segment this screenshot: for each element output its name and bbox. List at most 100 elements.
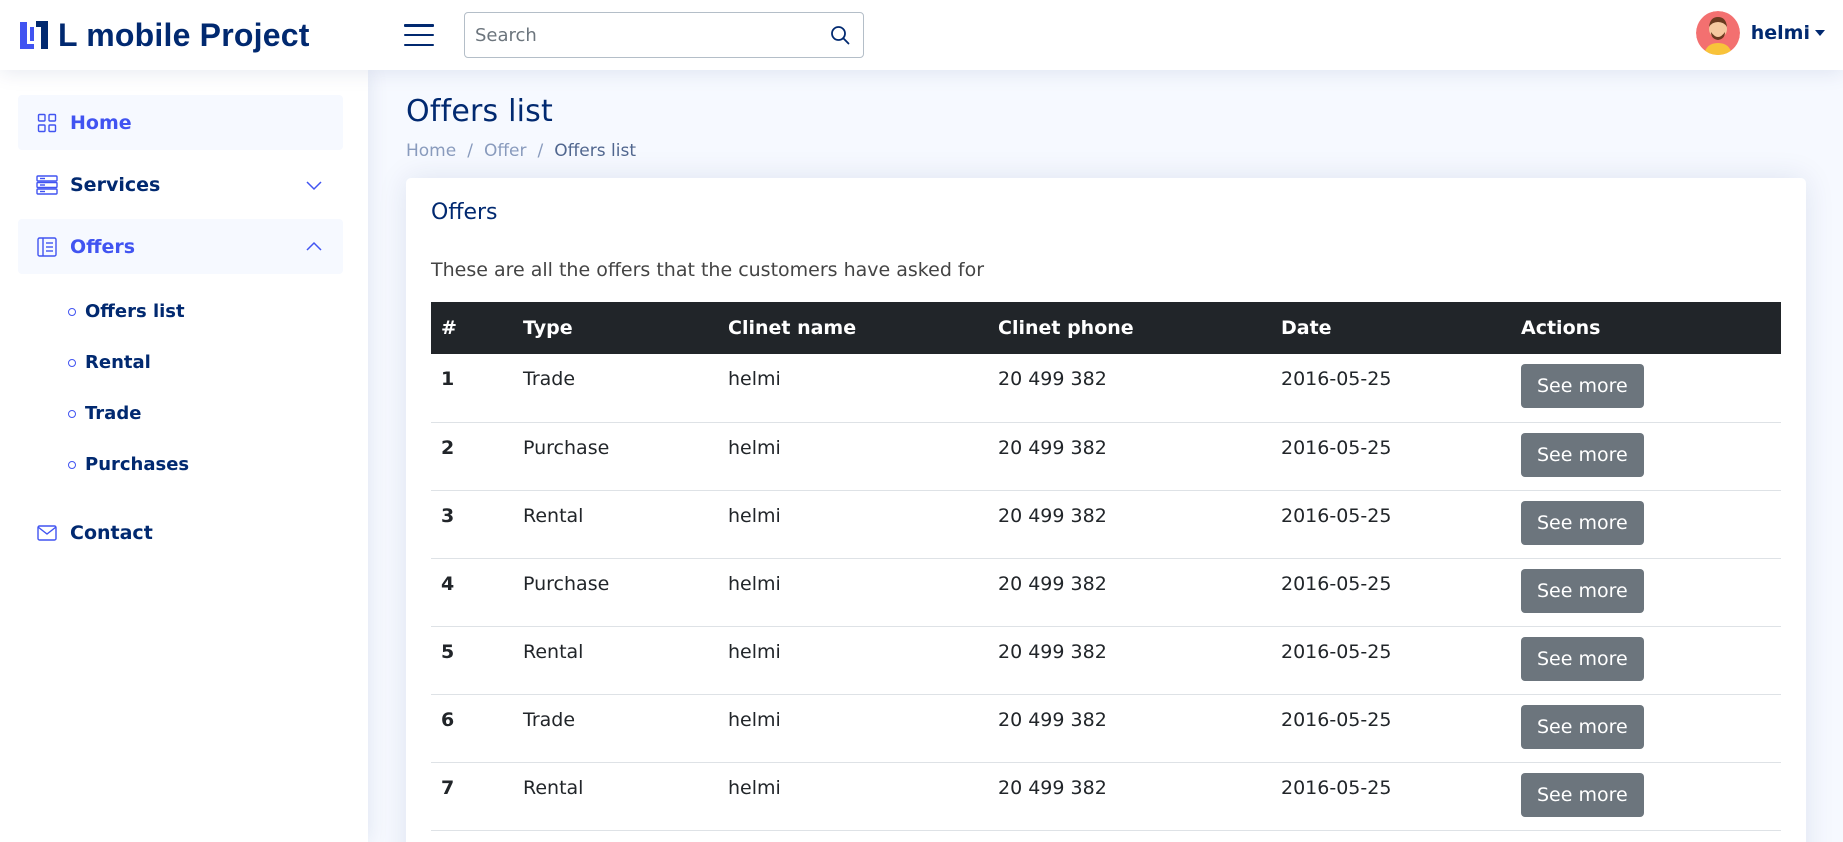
- circle-icon: [68, 460, 76, 469]
- circle-icon: [68, 358, 76, 367]
- cell-client-name: helmi: [728, 708, 781, 731]
- cell-client-name: helmi: [728, 572, 781, 595]
- cell-client-phone: 20 499 382: [998, 708, 1107, 731]
- breadcrumb-separator: /: [467, 141, 473, 161]
- cell-date: 2016-05-25: [1281, 368, 1392, 390]
- cell-client-name: helmi: [728, 436, 781, 459]
- submenu-item-offers-list[interactable]: Offers list: [18, 286, 343, 337]
- app-logo[interactable]: L mobile Project: [18, 17, 368, 54]
- table-row: 2 Purchase helmi 20 499 382 2016-05-25 S…: [431, 422, 1781, 490]
- cell-date: 2016-05-25: [1281, 640, 1392, 663]
- cell-client-phone: 20 499 382: [998, 776, 1107, 799]
- cell-date: 2016-05-25: [1281, 572, 1392, 595]
- column-header: Clinet phone: [998, 317, 1134, 339]
- offers-card: Offers These are all the offers that the…: [406, 178, 1806, 842]
- chevron-up-icon: [306, 241, 322, 251]
- sidebar-item-label: Services: [70, 173, 161, 196]
- breadcrumb-current: Offers list: [554, 141, 636, 161]
- cell-date: 2016-05-25: [1281, 504, 1392, 527]
- sidebar-item-label: Contact: [70, 521, 153, 544]
- table-header-row: # Type Clinet name Clinet phone Date Act…: [431, 302, 1781, 354]
- cell-actions: See more: [1511, 694, 1781, 762]
- column-header: Type: [523, 317, 573, 339]
- cell-type: Rental: [523, 776, 584, 799]
- table-row: 3 Rental helmi 20 499 382 2016-05-25 See…: [431, 490, 1781, 558]
- app-title: L mobile Project: [58, 16, 310, 53]
- page-title-block: Offers list Home / Offer / Offers list: [406, 94, 1806, 161]
- cell-client-phone: 20 499 382: [998, 368, 1107, 390]
- cell-actions: See more: [1511, 422, 1781, 490]
- cell-type: Purchase: [523, 572, 610, 595]
- column-header: Actions: [1521, 317, 1601, 339]
- submenu-item-trade[interactable]: Trade: [18, 388, 343, 439]
- cell-actions: See more: [1511, 626, 1781, 694]
- cell-actions: See more: [1511, 762, 1781, 830]
- circle-icon: [68, 307, 76, 316]
- search-bar: [464, 12, 864, 58]
- sidebar-item-services[interactable]: Services: [18, 157, 343, 212]
- see-more-button[interactable]: See more: [1521, 500, 1644, 545]
- submenu-label: Offers list: [85, 301, 185, 322]
- search-input[interactable]: [465, 13, 817, 57]
- cell-number: 2: [441, 436, 455, 459]
- submenu-label: Rental: [85, 352, 151, 373]
- column-header: Date: [1281, 317, 1332, 339]
- table-row: 6 Trade helmi 20 499 382 2016-05-25 See …: [431, 694, 1781, 762]
- see-more-button[interactable]: See more: [1521, 364, 1644, 408]
- circle-icon: [68, 409, 76, 418]
- table-row: 1 Trade helmi 20 499 382 2016-05-25 See …: [431, 354, 1781, 422]
- card-title: Offers: [431, 200, 498, 225]
- cell-number: 3: [441, 504, 455, 527]
- sidebar-item-label: Home: [70, 111, 132, 134]
- breadcrumb-offer[interactable]: Offer: [484, 141, 527, 161]
- sidebar-item-offers[interactable]: Offers: [18, 219, 343, 274]
- card-description: These are all the offers that the custom…: [431, 259, 985, 281]
- sidebar-item-contact[interactable]: Contact: [18, 505, 343, 560]
- cell-client-phone: 20 499 382: [998, 436, 1107, 459]
- column-header: Clinet name: [728, 317, 857, 339]
- cell-type: Purchase: [523, 436, 610, 459]
- cell-client-name: helmi: [728, 368, 781, 390]
- breadcrumb-home[interactable]: Home: [406, 141, 456, 161]
- table-row: 7 Rental helmi 20 499 382 2016-05-25 See…: [431, 762, 1781, 830]
- table-row: 4 Purchase helmi 20 499 382 2016-05-25 S…: [431, 558, 1781, 626]
- cell-number: 7: [441, 776, 455, 799]
- see-more-button[interactable]: See more: [1521, 704, 1644, 749]
- see-more-button[interactable]: See more: [1521, 568, 1644, 613]
- submenu-label: Purchases: [85, 454, 190, 475]
- cell-date: 2016-05-25: [1281, 436, 1392, 459]
- cell-date: 2016-05-25: [1281, 776, 1392, 799]
- cell-client-phone: 20 499 382: [998, 640, 1107, 663]
- table-row: 5 Rental helmi 20 499 382 2016-05-25 See…: [431, 626, 1781, 694]
- cell-client-phone: 20 499 382: [998, 572, 1107, 595]
- envelope-icon: [36, 522, 58, 544]
- see-more-button[interactable]: See more: [1521, 636, 1644, 681]
- avatar: [1695, 11, 1740, 55]
- cell-actions: See more: [1511, 558, 1781, 626]
- submenu-label: Trade: [85, 403, 142, 424]
- cell-date: 2016-05-25: [1281, 708, 1392, 731]
- cell-number: 6: [441, 708, 455, 731]
- layout-text-icon: [36, 236, 58, 258]
- menu-toggle-icon[interactable]: [404, 22, 434, 48]
- user-name: helmi: [1750, 22, 1810, 44]
- cell-actions: See more: [1511, 354, 1781, 422]
- sidebar-item-home[interactable]: Home: [18, 95, 343, 150]
- offers-table: # Type Clinet name Clinet phone Date Act…: [431, 302, 1781, 831]
- see-more-button[interactable]: See more: [1521, 772, 1644, 817]
- cell-client-name: helmi: [728, 776, 781, 799]
- logo-icon: [20, 21, 48, 49]
- grid-icon: [36, 112, 58, 134]
- cell-type: Rental: [523, 504, 584, 527]
- offers-submenu: Offers list Rental Trade Purchases: [18, 281, 343, 495]
- column-header: #: [441, 317, 457, 339]
- main-content: Offers list Home / Offer / Offers list O…: [406, 70, 1806, 842]
- breadcrumb: Home / Offer / Offers list: [406, 141, 1806, 161]
- submenu-item-rental[interactable]: Rental: [18, 337, 343, 388]
- profile-dropdown[interactable]: helmi: [1695, 11, 1825, 55]
- see-more-button[interactable]: See more: [1521, 432, 1644, 477]
- cell-client-name: helmi: [728, 640, 781, 663]
- cell-number: 5: [441, 640, 455, 663]
- search-icon[interactable]: [817, 13, 863, 57]
- submenu-item-purchases[interactable]: Purchases: [18, 439, 343, 490]
